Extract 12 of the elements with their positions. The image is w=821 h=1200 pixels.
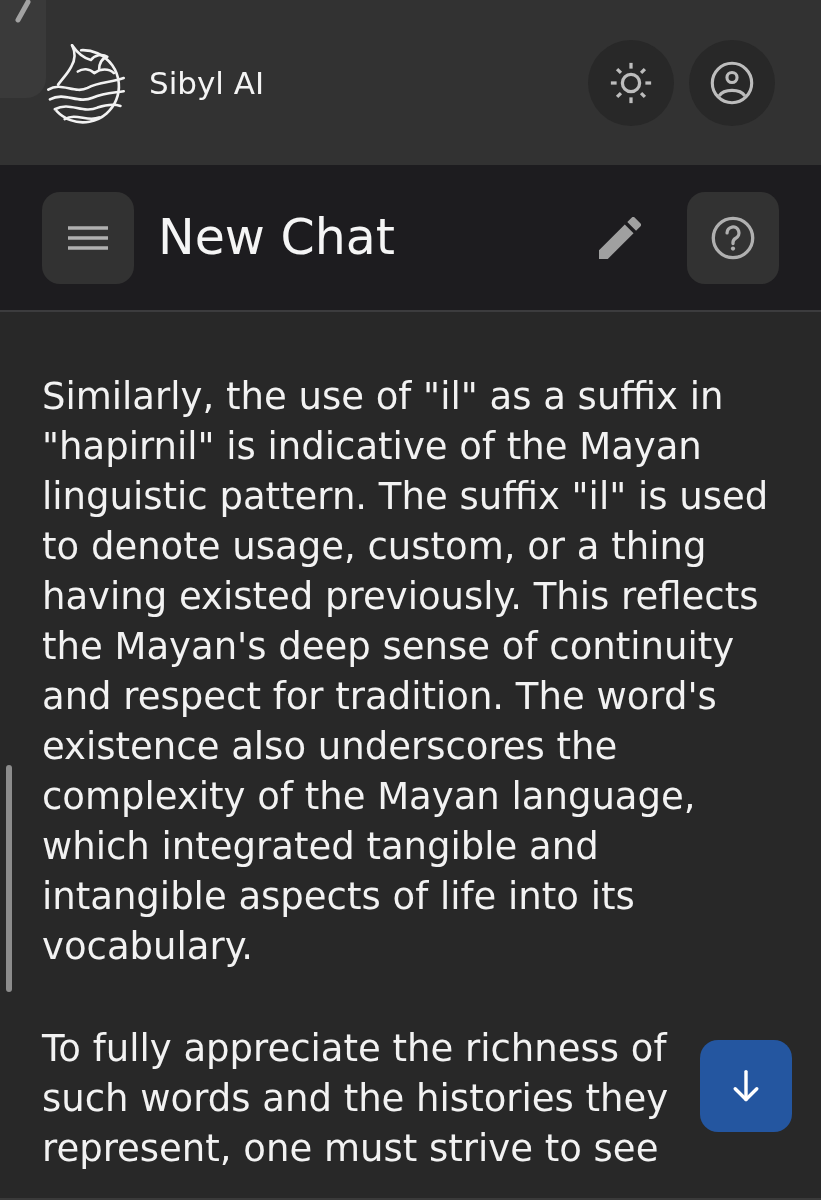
edit-button[interactable] <box>599 216 641 259</box>
pencil-icon <box>599 216 641 259</box>
help-button[interactable] <box>687 191 779 284</box>
help-icon <box>711 215 755 260</box>
menu-icon <box>68 225 108 250</box>
user-circle-icon <box>710 60 754 105</box>
scroll-down-button[interactable] <box>700 1040 792 1132</box>
message-paragraph: To fully appreciate the richness of such words and the histories they represent, one must strive to see <box>42 1026 670 1172</box>
message-paragraph: Similarly, the use of "il" as a suffix in "hapirnil" is indicative of the Mayan linguistic pattern. The suffix "il" is used to denote usage, custom, or a thing having existed previously. This reflects the Mayan's deep sense of continuity and respect for tradition. The word's existence also underscores the complexity of the Mayan language, which integrated tangible and intangible aspects of life into its vocabulary. <box>42 374 770 970</box>
app-name: Sibyl AI <box>149 64 265 101</box>
chat-title: New Chat <box>158 209 396 266</box>
menu-button[interactable] <box>42 191 134 284</box>
